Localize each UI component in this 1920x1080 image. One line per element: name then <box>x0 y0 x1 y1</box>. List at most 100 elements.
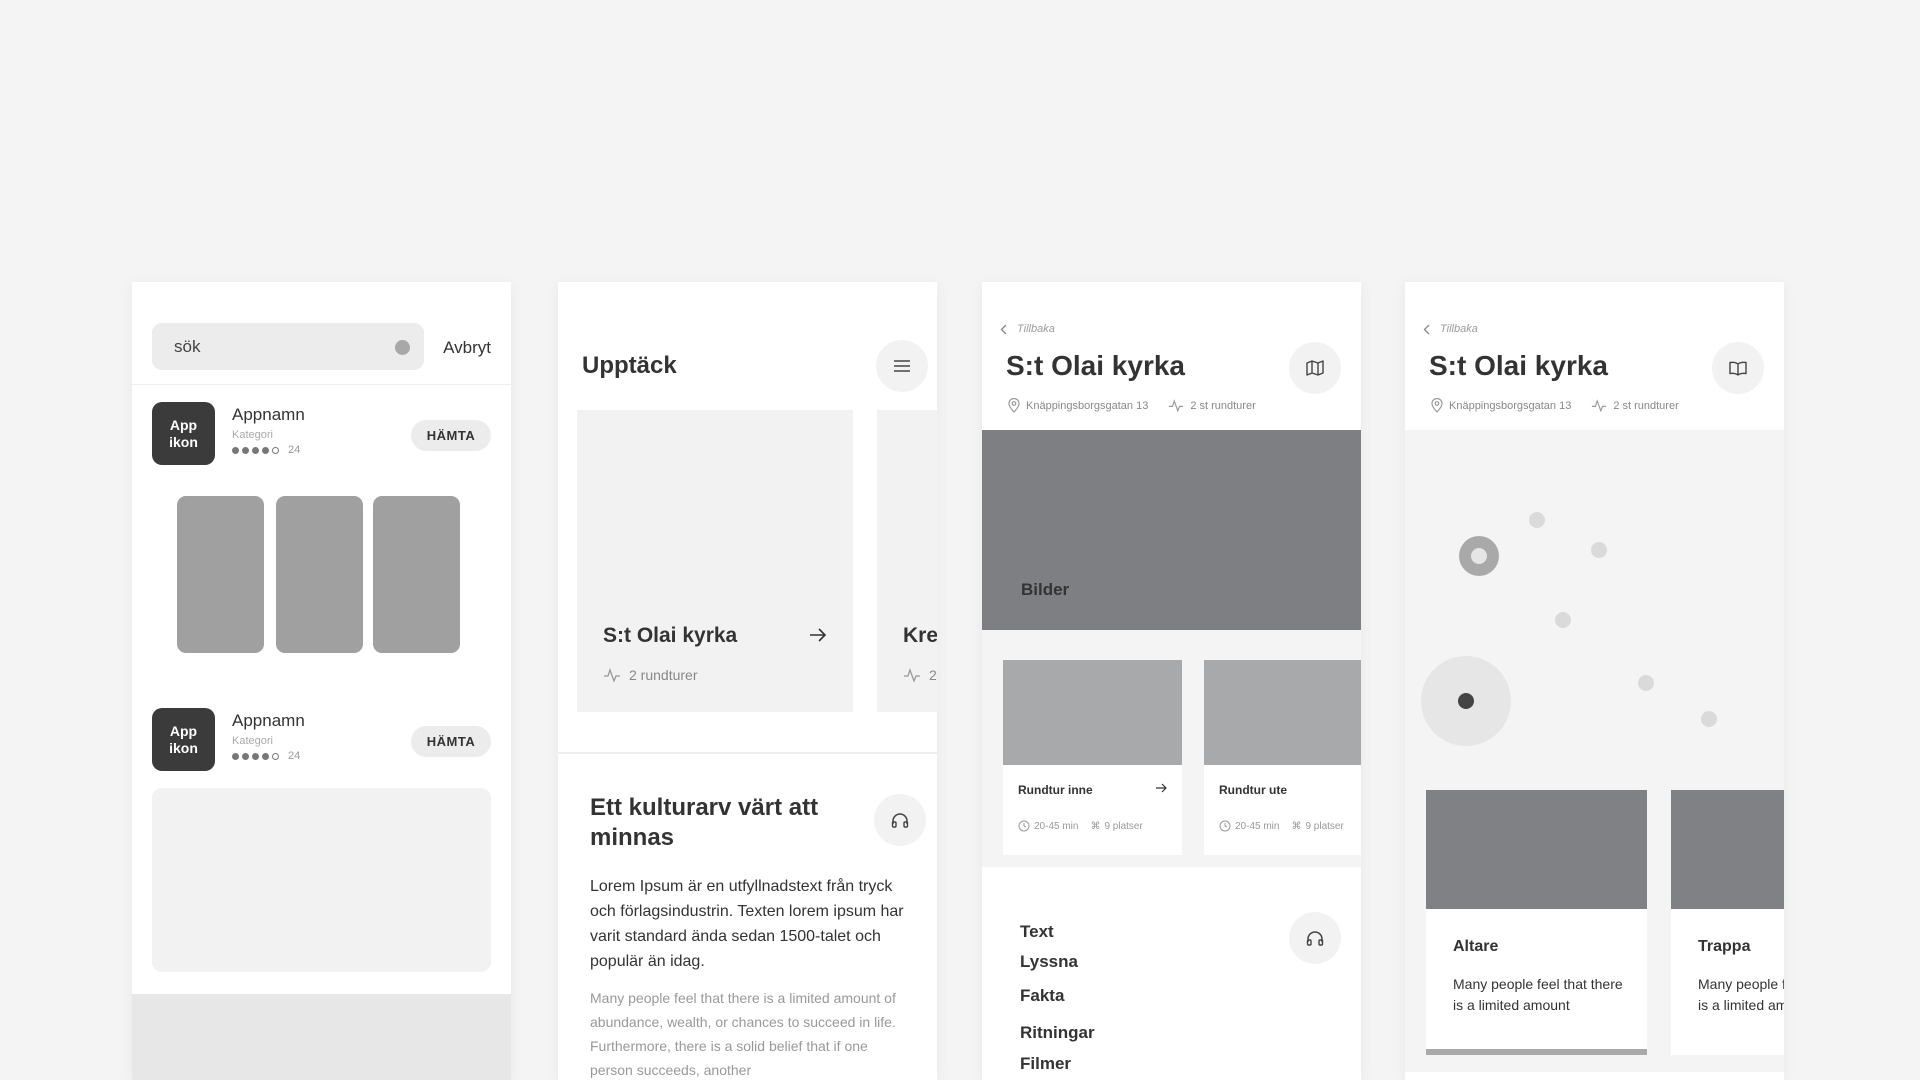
map-marker[interactable] <box>1701 711 1717 727</box>
headphones-icon <box>891 813 909 828</box>
stop-name: Trappa <box>1698 938 1751 955</box>
tours-count: 2 st rundturer <box>1613 399 1679 412</box>
divider <box>132 384 511 385</box>
clock-icon <box>1018 820 1030 832</box>
app-preview-placeholder[interactable] <box>152 788 491 972</box>
page-title: S:t Olai kyrka <box>1006 350 1185 381</box>
stop-description: Many people feel that there is a limited… <box>1698 976 1784 1013</box>
tours-info: 2 st rundturer <box>1168 399 1256 412</box>
back-link[interactable]: Tillbaka <box>1000 323 1055 335</box>
stop-image <box>1426 790 1647 909</box>
gallery-label: Bilder <box>1021 580 1070 599</box>
app-result-2[interactable]: App ikon Appnamn Kategori 24 HÄMTA <box>152 708 491 772</box>
tour-places: 9 platser <box>1104 820 1143 832</box>
place-meta: Knäppingsborgsgatan 13 2 st rundturer <box>1431 398 1699 413</box>
menu-button[interactable] <box>876 340 928 392</box>
tour-image <box>1204 660 1361 765</box>
rating-dot-empty <box>272 752 279 760</box>
stop-name: Altare <box>1453 938 1499 955</box>
tour-count: 2 <box>929 667 937 683</box>
search-input[interactable]: sök <box>152 323 424 370</box>
app-name: Appnamn <box>232 711 305 730</box>
search-query: sök <box>174 337 201 356</box>
activity-icon <box>904 668 920 682</box>
app-category: Kategori <box>232 735 273 747</box>
address: Knäppingsborgsgatan 13 <box>1008 398 1148 413</box>
place-meta: Knäppingsborgsgatan 13 2 st rundturer <box>1008 398 1276 413</box>
bottom-area <box>132 994 511 1080</box>
app-screenshot-1[interactable] <box>177 496 264 653</box>
app-icon-placeholder: App ikon <box>152 708 215 771</box>
stop-progress <box>1426 1049 1647 1055</box>
rating-dot-filled <box>232 752 239 760</box>
image-gallery[interactable]: Bilder <box>982 430 1361 630</box>
discover-card[interactable]: S:t Olai kyrka 2 rundturer <box>577 410 853 712</box>
page-title: Upptäck <box>582 352 677 379</box>
tours-info: 2 st rundturer <box>1591 399 1679 412</box>
menu-item-films[interactable]: Filmer <box>1020 1054 1071 1074</box>
location-pin-icon <box>1008 398 1020 413</box>
chevron-left-icon <box>1423 324 1430 334</box>
menu-item-text[interactable]: Text <box>1020 922 1054 942</box>
app-screenshot-3[interactable] <box>373 496 460 653</box>
tour-card[interactable]: Rundtur inne 20-45 min ⌘ 9 platser <box>1003 660 1182 855</box>
rating-count: 24 <box>288 444 301 456</box>
discover-screen: Upptäck S:t Olai kyrka 2 rundturer Kre 2… <box>558 282 937 1080</box>
map-screen: Tillbaka S:t Olai kyrka Knäppingsborgsga… <box>1405 282 1784 1080</box>
card-title: S:t Olai kyrka <box>603 624 738 647</box>
stop-card[interactable]: Trappa Many people feel that there is a … <box>1671 790 1784 1055</box>
app-screenshot-2[interactable] <box>276 496 363 653</box>
chevron-left-icon <box>1000 324 1007 334</box>
get-button[interactable]: HÄMTA <box>411 420 491 451</box>
tour-info: 20-45 min ⌘ 9 platser <box>1219 820 1344 832</box>
current-location-marker <box>1421 656 1511 746</box>
tours-count: 2 st rundturer <box>1190 399 1256 412</box>
address-text: Knäppingsborgsgatan 13 <box>1026 399 1149 412</box>
menu-item-drawings[interactable]: Ritningar <box>1020 1023 1095 1043</box>
arrow-right-icon <box>1156 783 1167 793</box>
menu-item-facts[interactable]: Fakta <box>1020 986 1064 1006</box>
address: Knäppingsborgsgatan 13 <box>1431 398 1571 413</box>
menu-item-listen[interactable]: Lyssna <box>1020 952 1078 972</box>
app-name: Appnamn <box>232 405 305 424</box>
clock-icon <box>1219 820 1231 832</box>
discover-card[interactable]: Kre 2 <box>877 410 937 712</box>
floor-map[interactable]: Altare Many people feel that there is a … <box>1405 430 1784 1072</box>
body-paragraph: Many people feel that there is a limited… <box>590 990 896 1078</box>
card-subtitle: 2 rundturer <box>603 667 697 683</box>
get-button[interactable]: HÄMTA <box>411 726 491 757</box>
headphones-icon <box>1306 931 1324 946</box>
command-icon: ⌘ <box>1090 820 1101 832</box>
clear-search-icon[interactable] <box>395 340 410 355</box>
cancel-button[interactable]: Avbryt <box>443 338 491 358</box>
back-label: Tillbaka <box>1440 323 1478 335</box>
back-link[interactable]: Tillbaka <box>1423 323 1478 335</box>
map-marker-active[interactable] <box>1459 536 1499 576</box>
tour-duration: 20-45 min <box>1034 820 1079 832</box>
map-icon <box>1306 360 1324 376</box>
search-screen: sök Avbryt App ikon Appnamn Kategori 24 … <box>132 282 511 1080</box>
activity-icon <box>604 668 620 682</box>
map-button[interactable] <box>1289 342 1341 394</box>
app-result-1[interactable]: App ikon Appnamn Kategori 24 HÄMTA <box>152 402 491 466</box>
tour-card[interactable]: Rundtur ute 20-45 min ⌘ 9 platser <box>1204 660 1361 855</box>
stop-card[interactable]: Altare Many people feel that there is a … <box>1426 790 1647 1055</box>
rating-dot-filled <box>252 752 259 760</box>
guide-button[interactable] <box>1712 342 1764 394</box>
listen-button[interactable] <box>874 794 926 846</box>
map-marker[interactable] <box>1638 675 1654 691</box>
app-rating: 24 <box>232 444 300 456</box>
arrow-right-icon <box>810 628 827 642</box>
map-marker[interactable] <box>1529 512 1545 528</box>
map-marker[interactable] <box>1555 612 1571 628</box>
tour-info: 20-45 min ⌘ 9 platser <box>1018 820 1143 832</box>
divider <box>558 752 937 754</box>
listen-button[interactable] <box>1289 912 1341 964</box>
tour-count: 2 rundturer <box>629 667 698 683</box>
rating-dot-filled <box>262 446 269 454</box>
search-bar: sök Avbryt <box>152 323 491 370</box>
detail-screen: Tillbaka S:t Olai kyrka Knäppingsborgsga… <box>982 282 1361 1080</box>
map-marker[interactable] <box>1591 542 1607 558</box>
tour-places: 9 platser <box>1305 820 1344 832</box>
hamburger-icon <box>894 360 910 372</box>
